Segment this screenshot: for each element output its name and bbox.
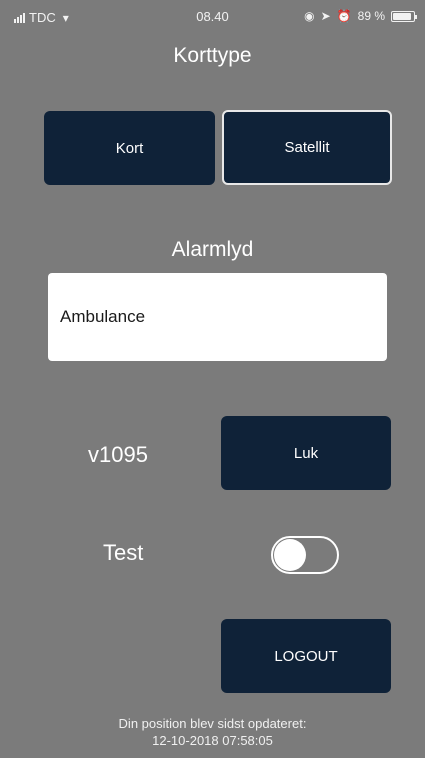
test-toggle[interactable] xyxy=(271,536,339,574)
alarm-sound-label: Alarmlyd xyxy=(171,238,254,261)
close-button[interactable]: Luk xyxy=(221,416,391,490)
alarm-clock-icon: ⏰ xyxy=(336,9,352,23)
map-type-satellit-button[interactable]: Satellit xyxy=(222,110,392,185)
battery-fill xyxy=(393,12,411,20)
alarm-sound-field[interactable]: Ambulance xyxy=(48,273,387,361)
version-label: v1095 xyxy=(88,442,148,467)
toggle-knob xyxy=(274,539,306,571)
lock-rotation-icon: ◉ xyxy=(304,9,315,23)
test-label: Test xyxy=(103,540,144,565)
status-bar: TDC ▾ 08.40 ◉ ➤ ⏰ 89 % xyxy=(0,0,425,32)
page-title: Korttype xyxy=(173,44,252,67)
last-update-footer: Din position blev sidst opdateret: 12-10… xyxy=(0,715,425,749)
alarm-sound-value: Ambulance xyxy=(60,307,146,326)
last-update-label: Din position blev sidst opdateret: xyxy=(118,716,307,731)
location-icon: ➤ xyxy=(320,9,331,23)
status-right: ◉ ➤ ⏰ 89 % xyxy=(304,9,417,23)
settings-screen: TDC ▾ 08.40 ◉ ➤ ⏰ 89 % Korttype Kort Sat… xyxy=(0,0,425,758)
logout-button[interactable]: LOGOUT xyxy=(221,619,391,693)
battery-percent: 89 % xyxy=(357,9,385,23)
battery-icon xyxy=(391,10,417,22)
map-type-kort-button[interactable]: Kort xyxy=(44,111,215,185)
last-update-timestamp: 12-10-2018 07:58:05 xyxy=(152,733,273,748)
